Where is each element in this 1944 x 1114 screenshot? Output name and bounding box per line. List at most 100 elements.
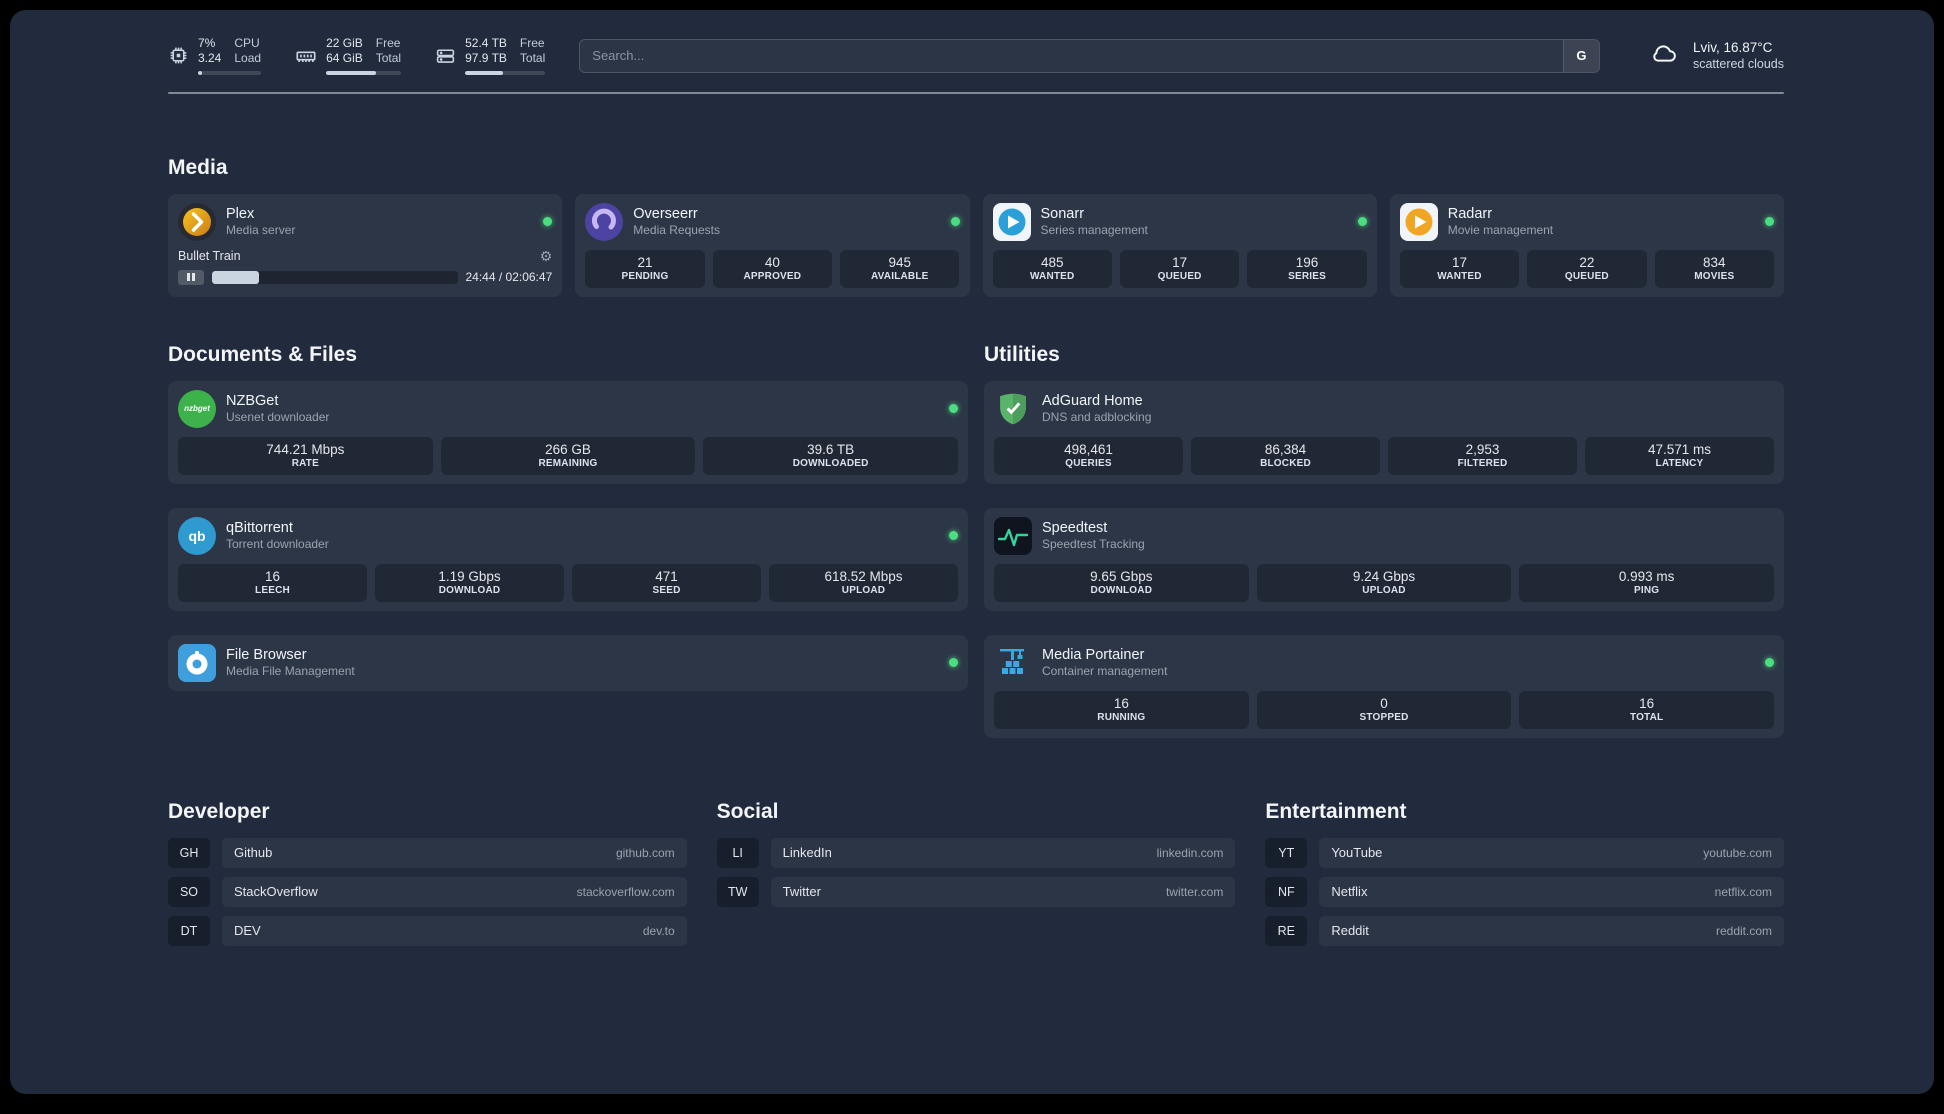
stat-tile: 9.24 Gbps UPLOAD: [1256, 563, 1512, 602]
bookmark-url: github.com: [615, 845, 675, 860]
service-subtitle: Container management: [1042, 664, 1168, 678]
section-heading-social: Social: [716, 799, 779, 823]
stat-tile: 744.21 Mbps RATE: [178, 436, 433, 475]
bookmark-stackoverflow[interactable]: SO StackOverflow stackoverflow.com: [168, 876, 687, 907]
bookmark-twitter[interactable]: TW Twitter twitter.com: [716, 876, 1236, 907]
service-title: Speedtest: [1042, 520, 1108, 536]
service-card-portainer[interactable]: Media Portainer Container management 16 …: [984, 634, 1784, 738]
service-title: Overseerr: [633, 206, 698, 222]
search-input[interactable]: [580, 39, 1563, 72]
stat-tile: 1.19 Gbps DOWNLOAD: [375, 563, 564, 602]
service-card-radarr[interactable]: Radarr Movie management 17 WANTED 22 QUE…: [1389, 193, 1784, 297]
stat-tile: 47.571 ms LATENCY: [1585, 436, 1774, 475]
stat-tile: 39.6 TB DOWNLOADED: [703, 436, 958, 475]
disk-progress-bar: [465, 71, 546, 75]
status-dot: [1765, 658, 1774, 667]
status-dot: [949, 531, 958, 540]
stat-tile: 40 APPROVED: [712, 249, 833, 288]
bookmark-group-social: Social LI LinkedIn linkedin.com TW Twitt…: [716, 799, 1236, 946]
stat-tile: 16 LEECH: [178, 563, 367, 602]
disk-total: 97.9 TB: [465, 51, 507, 65]
service-card-sonarr[interactable]: Sonarr Series management 485 WANTED 17 Q…: [982, 193, 1377, 297]
cpu-widget: 7% 3.24 CPU Load: [168, 36, 262, 75]
service-card-filebrowser[interactable]: File Browser Media File Management: [168, 634, 968, 691]
adguard-icon: [994, 390, 1032, 428]
bookmark-url: netflix.com: [1714, 884, 1772, 899]
nzbget-icon: nzbget: [178, 389, 216, 428]
pause-button[interactable]: [178, 269, 204, 285]
bookmark-github[interactable]: GH Github github.com: [168, 837, 687, 868]
filebrowser-icon: [178, 643, 216, 682]
service-card-qbittorrent[interactable]: qb qBittorrent Torrent downloader 16 LEE…: [168, 507, 968, 611]
weather-widget: Lviv, 16.87°C scattered clouds: [1646, 39, 1784, 72]
bookmark-name: DEV: [234, 923, 261, 938]
service-card-adguard[interactable]: AdGuard Home DNS and adblocking 498,461 …: [984, 380, 1784, 484]
bookmark-dev[interactable]: DT DEV dev.to: [168, 915, 687, 946]
bookmark-name: Twitter: [782, 884, 821, 899]
service-title: Radarr: [1447, 206, 1493, 222]
service-subtitle: Movie management: [1447, 223, 1554, 237]
bookmark-abbr: NF: [1265, 876, 1308, 907]
memory-label-top: Free: [375, 36, 401, 50]
service-subtitle: Media File Management: [226, 664, 355, 678]
cpu-label-top: CPU: [234, 36, 260, 50]
radarr-icon: [1399, 202, 1438, 241]
bookmark-reddit[interactable]: RE Reddit reddit.com: [1265, 915, 1784, 946]
stat-tile: 2,953 FILTERED: [1388, 436, 1577, 475]
service-card-plex[interactable]: Plex Media server Bullet Train ⚙ 24:44 /…: [168, 193, 563, 297]
topbar: 7% 3.24 CPU Load 22 GiB 64 GiB Free Tota…: [168, 36, 1784, 75]
bookmark-abbr: YT: [1265, 837, 1308, 868]
stat-tile: 0.993 ms PING: [1519, 563, 1774, 602]
resource-widgets: 7% 3.24 CPU Load 22 GiB 64 GiB Free Tota…: [168, 36, 546, 75]
stat-tile: 196 SERIES: [1247, 249, 1367, 288]
status-dot: [949, 658, 958, 667]
memory-widget: 22 GiB 64 GiB Free Total: [295, 36, 402, 75]
service-subtitle: Media Requests: [633, 223, 720, 237]
stat-tile: 9.65 Gbps DOWNLOAD: [994, 563, 1249, 602]
stat-tile: 834 MOVIES: [1654, 249, 1774, 288]
memory-free: 22 GiB: [326, 36, 363, 50]
service-title: Plex: [226, 206, 255, 222]
playback-time: 24:44 / 02:06:47: [465, 270, 553, 284]
section-heading-developer: Developer: [168, 799, 270, 823]
cpu-load: 3.24: [198, 51, 222, 65]
service-title: Sonarr: [1040, 206, 1085, 222]
stat-tile: 16 TOTAL: [1519, 690, 1774, 729]
stat-tile: 485 WANTED: [992, 249, 1112, 288]
service-title: AdGuard Home: [1042, 393, 1143, 409]
bookmark-group-entertainment: Entertainment YT YouTube youtube.com NF …: [1265, 800, 1784, 946]
bookmark-abbr: SO: [168, 876, 210, 907]
weather-cloud-icon: [1646, 39, 1682, 72]
playback-progress-bar[interactable]: [212, 270, 458, 284]
weather-location: Lviv, 16.87°C: [1692, 40, 1773, 55]
bookmark-netflix[interactable]: NF Netflix netflix.com: [1265, 876, 1784, 907]
stat-tile: 22 QUEUED: [1527, 249, 1647, 288]
bookmark-linkedin[interactable]: LI LinkedIn linkedin.com: [716, 837, 1236, 868]
service-subtitle: Series management: [1040, 223, 1148, 237]
bookmark-youtube[interactable]: YT YouTube youtube.com: [1265, 837, 1784, 868]
dashboard-panel: 7% 3.24 CPU Load 22 GiB 64 GiB Free Tota…: [10, 10, 1934, 1094]
search-provider-button[interactable]: G: [1562, 39, 1599, 72]
bookmark-url: youtube.com: [1703, 845, 1772, 860]
disk-free: 52.4 TB: [465, 36, 507, 50]
disk-label-top: Free: [519, 36, 545, 50]
section-heading-documents: Documents & Files: [168, 342, 358, 366]
service-card-nzbget[interactable]: nzbget NZBGet Usenet downloader 744.21 M…: [168, 380, 968, 484]
cpu-percent: 7%: [198, 36, 216, 50]
bookmark-group-developer: Developer GH Github github.com SO StackO…: [168, 800, 687, 946]
service-title: NZBGet: [226, 393, 279, 409]
topbar-divider: [168, 92, 1784, 94]
service-card-speedtest[interactable]: Speedtest Speedtest Tracking 9.65 Gbps D…: [984, 507, 1784, 611]
bookmark-name: StackOverflow: [234, 884, 318, 899]
status-dot: [949, 404, 958, 413]
cpu-progress-bar: [198, 71, 262, 75]
memory-icon: [295, 45, 317, 67]
bookmark-url: linkedin.com: [1156, 845, 1224, 860]
service-card-overseerr[interactable]: Overseerr Media Requests 21 PENDING 40 A…: [575, 193, 970, 297]
cpu-chip-icon: [168, 45, 189, 66]
stat-tile: 21 PENDING: [585, 249, 705, 288]
gear-icon[interactable]: ⚙: [540, 249, 553, 263]
sonarr-icon: [992, 202, 1031, 241]
stat-tile: 0 STOPPED: [1256, 690, 1512, 729]
stat-tile: 618.52 Mbps UPLOAD: [769, 563, 958, 602]
